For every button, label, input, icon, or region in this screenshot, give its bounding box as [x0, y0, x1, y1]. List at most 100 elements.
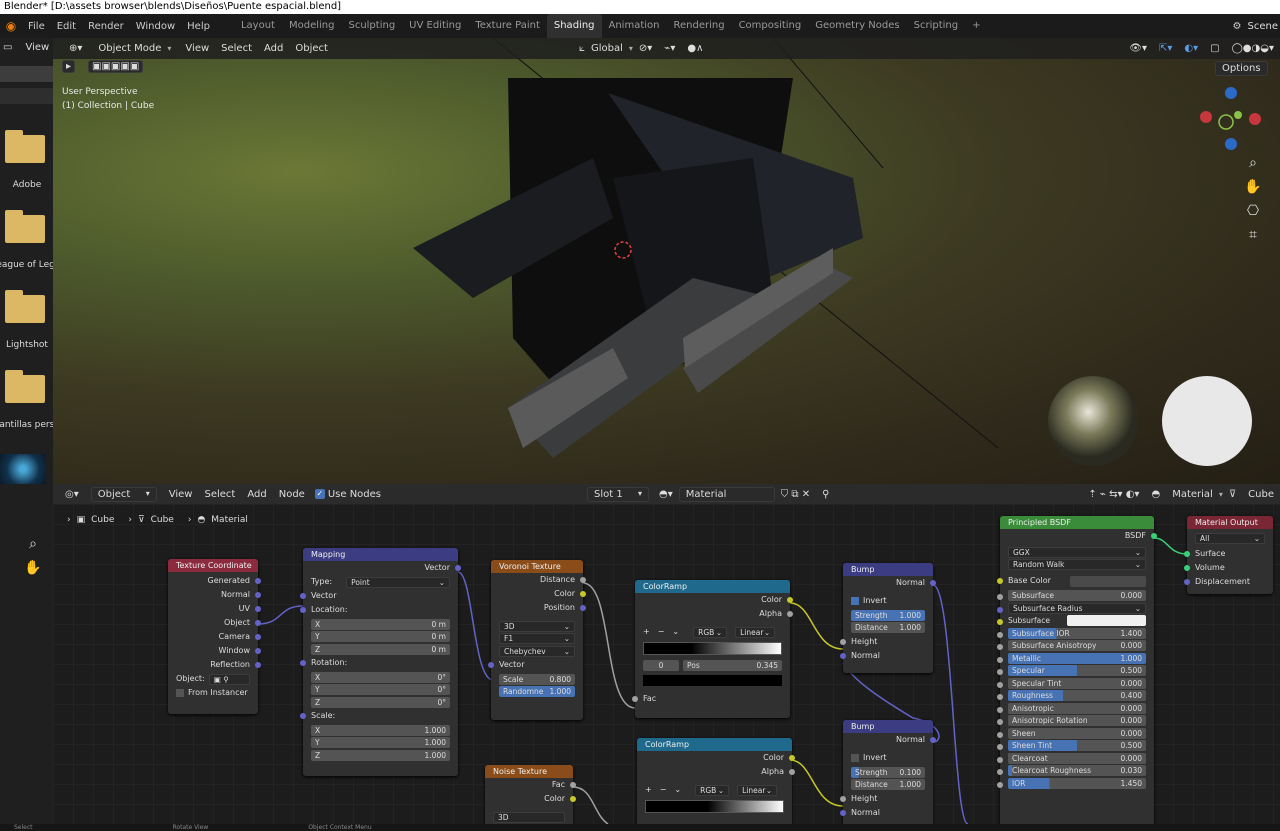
- output-socket[interactable]: [787, 597, 793, 603]
- tab-sculpting[interactable]: Sculpting: [341, 14, 402, 38]
- menu-window[interactable]: Window: [130, 21, 181, 32]
- subsurface-color-swatch[interactable]: [1066, 615, 1146, 626]
- input-socket[interactable]: [997, 669, 1003, 675]
- use-nodes-checkbox[interactable]: ✓: [314, 489, 325, 499]
- right-material-select[interactable]: Material: [1166, 489, 1219, 500]
- input-socket[interactable]: [997, 656, 1003, 663]
- object-mode-select[interactable]: Object Mode: [92, 42, 167, 55]
- input-socket[interactable]: [997, 731, 1003, 738]
- remove-stop-icon[interactable]: −: [660, 783, 667, 797]
- chevron-down-icon[interactable]: ⌄: [674, 783, 681, 797]
- principled-bsdf-node[interactable]: Principled BSDF BSDF GGX ⌄ Random Walk ⌄ B…: [997, 516, 1157, 824]
- asset-thumbnail[interactable]: [0, 454, 46, 484]
- shader-node-editor[interactable]: › ▣ Cube › ⊽ Cube › ◓ Material Texture C…: [53, 504, 1280, 824]
- input-socket[interactable]: [997, 719, 1003, 725]
- input-socket[interactable]: [300, 713, 306, 719]
- input-socket[interactable]: [840, 795, 846, 802]
- scale-x-field[interactable]: X 1.000: [311, 724, 450, 736]
- input-socket[interactable]: [997, 681, 1003, 688]
- shading-modes-icon[interactable]: ◯●◑◒▾: [1226, 43, 1280, 54]
- bsdf-field-row[interactable]: Clearcoat Roughness 0.030: [997, 765, 1146, 776]
- folder-icon[interactable]: [5, 130, 45, 163]
- add-stop-icon[interactable]: +: [643, 625, 650, 639]
- rotation-x-field[interactable]: X 0°: [311, 671, 450, 683]
- output-socket[interactable]: [580, 605, 586, 611]
- location-y-field[interactable]: Y0 m: [311, 631, 450, 642]
- add-workspace-icon[interactable]: +: [965, 14, 987, 38]
- editor-type-icon[interactable]: ▭: [0, 42, 15, 53]
- bsdf-field-row[interactable]: Anisotropic Rotation 0.000: [997, 715, 1146, 726]
- folder-icon[interactable]: [5, 210, 45, 243]
- overlays-icon[interactable]: ◐▾: [1178, 43, 1204, 54]
- input-socket[interactable]: [997, 694, 1003, 700]
- zoom-icon[interactable]: ⌕: [23, 534, 43, 554]
- node-tree-icons[interactable]: ⇡ ⌁ ⇆▾ ◐▾: [1082, 489, 1145, 500]
- output-socket[interactable]: [930, 580, 936, 586]
- scene-icon[interactable]: ⚙: [1227, 21, 1248, 32]
- tab-animation[interactable]: Animation: [602, 14, 667, 38]
- options-button[interactable]: Options: [1215, 61, 1268, 76]
- subsurface-method-select[interactable]: Random Walk ⌄: [1008, 559, 1146, 570]
- node-add-menu[interactable]: Add: [241, 489, 272, 500]
- bsdf-field-row[interactable]: Clearcoat 0.000: [997, 752, 1146, 764]
- output-socket[interactable]: [789, 755, 795, 761]
- output-socket[interactable]: [255, 662, 261, 668]
- base-color-swatch[interactable]: [1070, 575, 1146, 587]
- tab-texture-paint[interactable]: Texture Paint: [468, 14, 547, 38]
- editor-type-button[interactable]: ⊕▾: [63, 43, 88, 54]
- output-socket[interactable]: [255, 592, 261, 598]
- ramp-interp-select[interactable]: Linear ⌄: [737, 784, 778, 796]
- texture-coordinate-node[interactable]: Texture Coordinate Generated Normal UV O…: [168, 559, 261, 714]
- bsdf-field-row[interactable]: Subsurface Colo: [997, 615, 1146, 636]
- output-target-select[interactable]: All ⌄: [1195, 532, 1265, 544]
- blender-logo-icon[interactable]: ◉: [0, 19, 22, 33]
- output-socket[interactable]: [580, 577, 586, 583]
- input-socket[interactable]: [840, 638, 846, 645]
- voronoi-dimension-select[interactable]: 3D ⌄: [499, 620, 575, 632]
- transform-orientation-select[interactable]: Global: [585, 43, 629, 54]
- add-stop-icon[interactable]: +: [645, 783, 652, 797]
- tab-uv-editing[interactable]: UV Editing: [402, 14, 468, 38]
- folder-icon[interactable]: [5, 290, 45, 323]
- menu-file[interactable]: File: [22, 21, 51, 32]
- tab-rendering[interactable]: Rendering: [666, 14, 731, 38]
- output-socket[interactable]: [930, 737, 936, 743]
- tab-compositing[interactable]: Compositing: [732, 14, 809, 38]
- bump-node[interactable]: Bump Normal Invert Strength 1.000 Distanc…: [840, 563, 936, 673]
- bump-strength-field[interactable]: Strength 1.000: [851, 609, 925, 621]
- input-socket[interactable]: [840, 652, 846, 659]
- scale-z-field[interactable]: Z 1.000: [311, 749, 450, 761]
- slot-select[interactable]: Slot 1 ▾: [587, 486, 649, 502]
- bsdf-field-row[interactable]: Metallic 1.000: [997, 652, 1146, 664]
- rotation-z-field[interactable]: Z 0°: [311, 696, 450, 708]
- zoom-icon[interactable]: ⌕: [1243, 153, 1263, 173]
- input-socket[interactable]: [997, 644, 1003, 650]
- invert-checkbox[interactable]: [851, 754, 859, 762]
- output-socket[interactable]: [787, 611, 793, 617]
- input-socket[interactable]: [997, 606, 1003, 613]
- tab-geometry-nodes[interactable]: Geometry Nodes: [808, 14, 906, 38]
- output-socket[interactable]: [570, 796, 576, 802]
- pan-hand-icon[interactable]: ✋: [23, 558, 43, 578]
- bsdf-field-row[interactable]: Specular 0.500: [997, 665, 1146, 676]
- input-socket[interactable]: [997, 594, 1003, 600]
- input-socket[interactable]: [997, 756, 1003, 763]
- noise-texture-node[interactable]: Noise Texture Fac Color 3D: [485, 765, 576, 824]
- output-socket[interactable]: [580, 591, 586, 597]
- ramp-mode-select[interactable]: RGB ⌄: [693, 626, 728, 638]
- rotation-y-field[interactable]: Y 0°: [311, 684, 450, 695]
- node-node-menu[interactable]: Node: [273, 489, 311, 500]
- output-socket[interactable]: [255, 648, 261, 654]
- bsdf-field-row[interactable]: Subsurface IOR 1.400: [997, 627, 1146, 639]
- input-socket[interactable]: [300, 593, 306, 599]
- bsdf-field-row[interactable]: Subsurface Radius ⌄: [997, 602, 1146, 614]
- tab-layout[interactable]: Layout: [234, 14, 282, 38]
- output-socket[interactable]: [255, 634, 261, 640]
- input-socket[interactable]: [997, 577, 1003, 584]
- input-socket[interactable]: [632, 696, 638, 702]
- folder-icon[interactable]: [5, 370, 45, 403]
- bump-distance-field[interactable]: Distance 1.000: [851, 622, 925, 633]
- input-socket[interactable]: [997, 706, 1003, 713]
- bump-distance-field[interactable]: Distance 1.000: [851, 779, 925, 790]
- tool-buttons[interactable]: [0, 66, 53, 82]
